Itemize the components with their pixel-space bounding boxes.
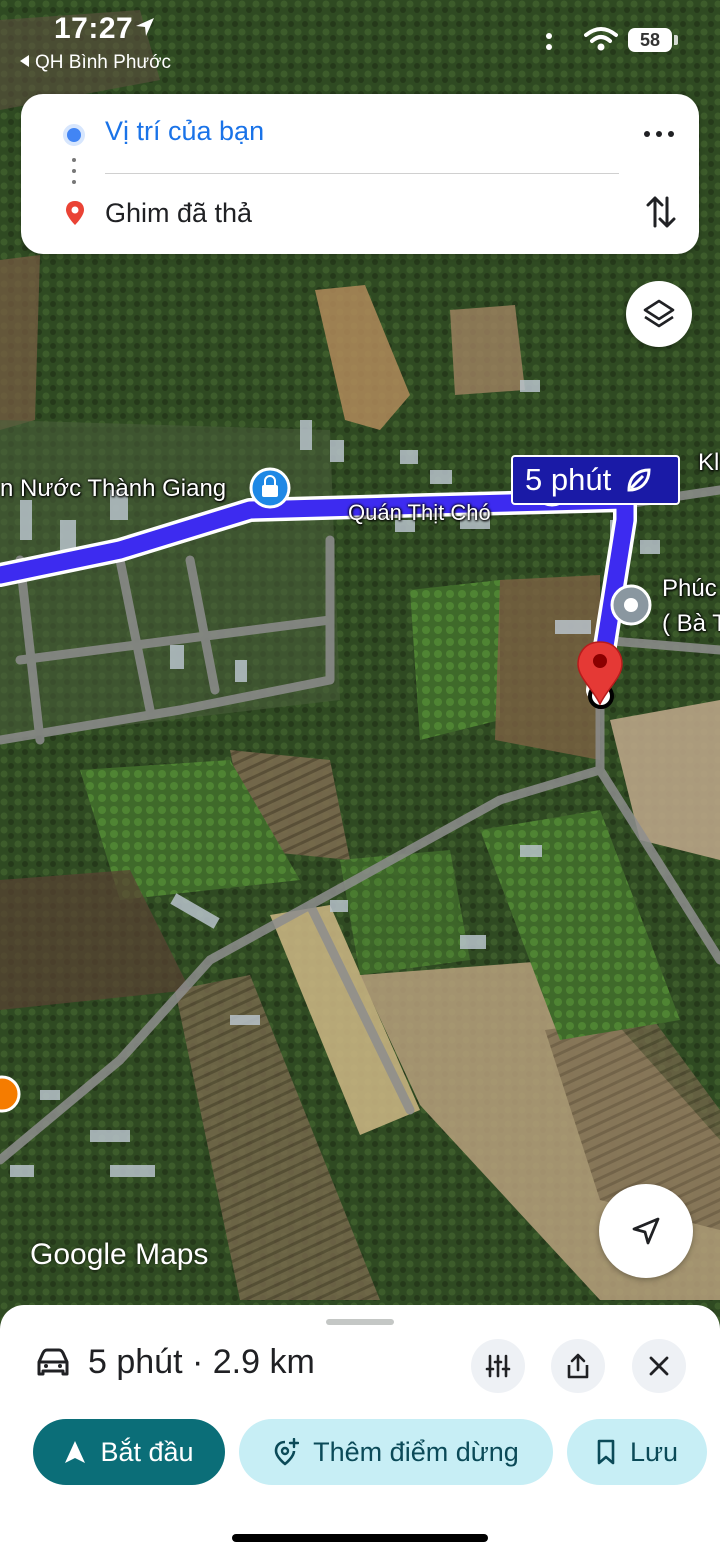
bookmark-icon bbox=[597, 1439, 615, 1465]
google-maps-watermark: Google Maps bbox=[30, 1238, 209, 1271]
layers-icon bbox=[643, 299, 675, 328]
destination-field[interactable]: Ghim đã thả bbox=[105, 198, 252, 229]
route-dots-icon bbox=[72, 158, 76, 186]
battery-tip bbox=[674, 35, 678, 45]
battery-indicator: 58 bbox=[628, 28, 672, 52]
location-arrow-icon bbox=[136, 18, 154, 36]
close-button[interactable] bbox=[632, 1339, 686, 1393]
add-stop-label: Thêm điểm dừng bbox=[313, 1436, 519, 1467]
grey-pin-icon[interactable] bbox=[610, 584, 652, 626]
status-time: 17:27 bbox=[54, 12, 134, 45]
add-location-icon bbox=[274, 1438, 300, 1466]
layers-button[interactable] bbox=[626, 281, 692, 347]
route-duration-text: 5 phút bbox=[525, 462, 612, 497]
origin-dot-icon bbox=[63, 124, 85, 146]
poi-label-edge[interactable]: Kl bbox=[698, 449, 719, 477]
home-indicator[interactable] bbox=[232, 1534, 488, 1542]
shopping-bag-icon[interactable] bbox=[249, 467, 291, 509]
directions-card: Vị trí của bạn Ghim đã thả bbox=[21, 94, 699, 254]
origin-field[interactable]: Vị trí của bạn bbox=[105, 116, 264, 147]
sheet-drag-handle[interactable] bbox=[326, 1319, 394, 1325]
more-icon[interactable] bbox=[639, 116, 679, 152]
back-app-label: QH Bình Phước bbox=[35, 52, 172, 73]
route-options-button[interactable] bbox=[471, 1339, 525, 1393]
route-options-icon bbox=[485, 1354, 511, 1378]
poi-label-water-shop[interactable]: n Nước Thành Giang bbox=[0, 475, 226, 503]
field-divider bbox=[105, 173, 619, 174]
share-icon bbox=[567, 1353, 589, 1379]
start-button-label: Bắt đầu bbox=[100, 1436, 194, 1467]
route-summary: 5 phút · 2.9 km bbox=[88, 1343, 315, 1381]
start-button[interactable]: Bắt đầu bbox=[33, 1419, 225, 1485]
back-to-app-link[interactable]: QH Bình Phước bbox=[20, 52, 171, 74]
signal-icon bbox=[546, 33, 552, 50]
close-icon bbox=[649, 1356, 669, 1376]
swap-icon[interactable] bbox=[643, 192, 679, 232]
share-button[interactable] bbox=[551, 1339, 605, 1393]
leaf-icon bbox=[627, 468, 651, 492]
car-icon bbox=[37, 1348, 69, 1376]
route-bottom-sheet[interactable]: 5 phút · 2.9 km Bắt đầu Thêm điểm dừng L… bbox=[0, 1305, 720, 1557]
poi-label-right-2[interactable]: ( Bà T bbox=[662, 610, 720, 638]
my-location-button[interactable] bbox=[599, 1184, 693, 1278]
poi-label-restaurant[interactable]: Quán Thịt Chó bbox=[348, 500, 491, 526]
save-button[interactable]: Lưu bbox=[567, 1419, 707, 1485]
wifi-icon bbox=[584, 27, 618, 51]
poi-label-right-1[interactable]: Phúc bbox=[662, 575, 717, 603]
navigation-arrow-icon bbox=[632, 1217, 660, 1245]
back-arrow-icon bbox=[20, 55, 29, 67]
route-duration-badge[interactable]: 5 phút bbox=[511, 455, 680, 505]
add-stop-button[interactable]: Thêm điểm dừng bbox=[239, 1419, 553, 1485]
destination-pin-icon bbox=[66, 201, 84, 225]
status-bar: 17:27 QH Bình Phước 58 bbox=[0, 0, 720, 90]
save-button-label: Lưu bbox=[629, 1436, 679, 1467]
navigation-icon bbox=[65, 1441, 86, 1463]
